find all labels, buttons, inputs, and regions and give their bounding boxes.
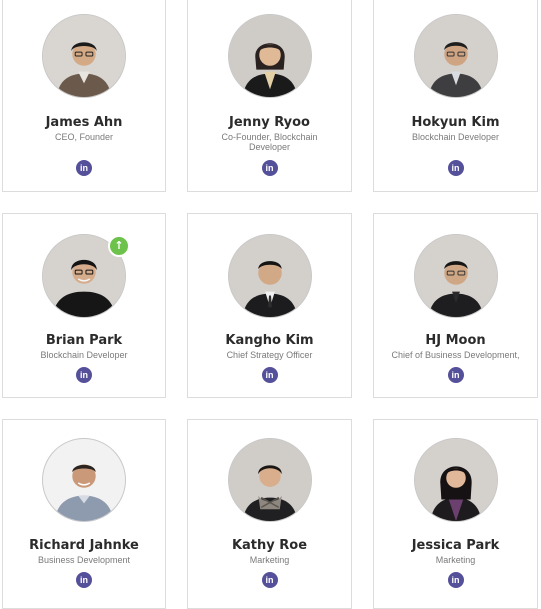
avatar	[413, 14, 498, 98]
member-role: Marketing	[435, 555, 476, 565]
member-role: CEO, Founder	[54, 132, 114, 142]
avatar	[227, 234, 312, 318]
member-name: Hokyun Kim	[411, 115, 500, 130]
member-name: Brian Park	[45, 333, 123, 348]
avatar	[413, 234, 498, 318]
team-card: Kangho Kim Chief Strategy Officer in	[187, 213, 352, 398]
member-role: Blockchain Developer	[411, 132, 500, 142]
avatar	[413, 438, 498, 522]
member-role: Chief of Business Development,	[391, 350, 520, 360]
team-card: ↑ Brian Park Blockchain Developer in	[2, 213, 166, 398]
member-name: James Ahn	[45, 115, 123, 130]
linkedin-icon[interactable]: in	[447, 572, 464, 588]
avatar	[42, 14, 126, 98]
member-name: HJ Moon	[425, 333, 486, 348]
member-name: Kangho Kim	[225, 333, 314, 348]
avatar	[227, 14, 312, 98]
member-role: Blockchain Developer	[40, 350, 128, 360]
team-card: Jessica Park Marketing in	[373, 419, 538, 609]
team-card: Richard Jahnke Business Development in	[2, 419, 166, 609]
team-card: Kathy Roe Marketing in	[187, 419, 352, 609]
team-card: James Ahn CEO, Founder in	[2, 0, 166, 192]
linkedin-icon[interactable]: in	[261, 160, 278, 176]
linkedin-icon[interactable]: in	[447, 160, 464, 176]
linkedin-icon[interactable]: in	[76, 572, 92, 588]
linkedin-icon[interactable]: in	[76, 160, 92, 176]
avatar	[42, 438, 126, 522]
team-card: HJ Moon Chief of Business Development, i…	[373, 213, 538, 398]
member-name: Jessica Park	[411, 538, 500, 553]
member-name: Richard Jahnke	[29, 538, 139, 553]
team-card: Hokyun Kim Blockchain Developer in	[373, 0, 538, 192]
member-role: Marketing	[249, 555, 290, 565]
member-name: Jenny Ryoo	[229, 115, 310, 130]
avatar	[227, 438, 312, 522]
linkedin-icon[interactable]: in	[261, 572, 278, 588]
member-role: Co-Founder, Blockchain Developer	[221, 132, 318, 152]
member-name: Kathy Roe	[231, 538, 308, 553]
arrow-up-icon[interactable]: ↑	[108, 235, 130, 257]
member-role: Business Development	[37, 555, 131, 565]
linkedin-icon[interactable]: in	[447, 367, 464, 383]
team-card: Jenny Ryoo Co-Founder, Blockchain Develo…	[187, 0, 352, 192]
linkedin-icon[interactable]: in	[76, 367, 92, 383]
linkedin-icon[interactable]: in	[261, 367, 278, 383]
member-role: Chief Strategy Officer	[226, 350, 313, 360]
